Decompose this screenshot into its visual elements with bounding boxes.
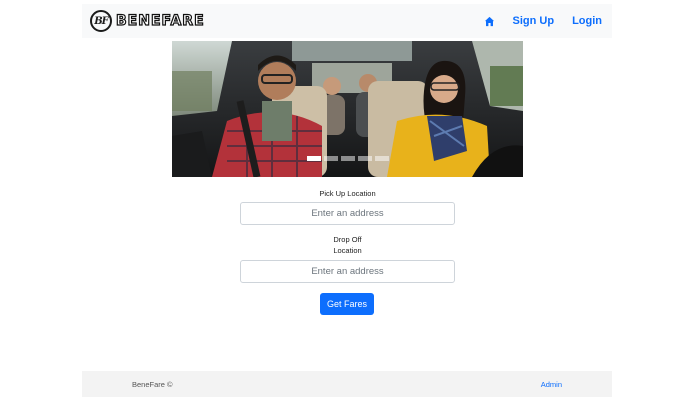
dropoff-label-line2: Location — [333, 246, 362, 255]
brand[interactable]: BF BeneFare — [90, 10, 205, 32]
carousel-indicators — [172, 156, 523, 161]
login-link[interactable]: Login — [572, 15, 602, 27]
pickup-label: Pick Up Location — [319, 189, 376, 198]
pickup-input[interactable] — [240, 202, 455, 225]
admin-link[interactable]: Admin — [541, 380, 562, 389]
navbar: BF BeneFare Sign Up Login — [82, 4, 612, 38]
carousel-indicator[interactable] — [374, 156, 389, 161]
footer: BeneFare © Admin — [82, 371, 612, 397]
signup-link[interactable]: Sign Up — [513, 15, 555, 27]
carousel-indicator[interactable] — [306, 156, 321, 161]
brand-name: BeneFare — [115, 12, 205, 29]
home-icon[interactable] — [484, 16, 495, 27]
carousel-indicator[interactable] — [340, 156, 355, 161]
hero-carousel[interactable] — [172, 41, 523, 177]
get-fares-button[interactable]: Get Fares — [320, 293, 374, 315]
dropoff-label: Drop Off Location — [240, 234, 455, 256]
dropoff-input[interactable] — [240, 260, 455, 283]
page: BF BeneFare Sign Up Login — [0, 0, 700, 400]
dropoff-label-line1: Drop Off — [333, 235, 362, 244]
nav-links: Sign Up Login — [484, 15, 605, 27]
carousel-indicator[interactable] — [323, 156, 338, 161]
brand-logo: BF — [90, 10, 112, 32]
footer-brand: BeneFare © — [132, 379, 173, 389]
carousel-indicator[interactable] — [357, 156, 372, 161]
